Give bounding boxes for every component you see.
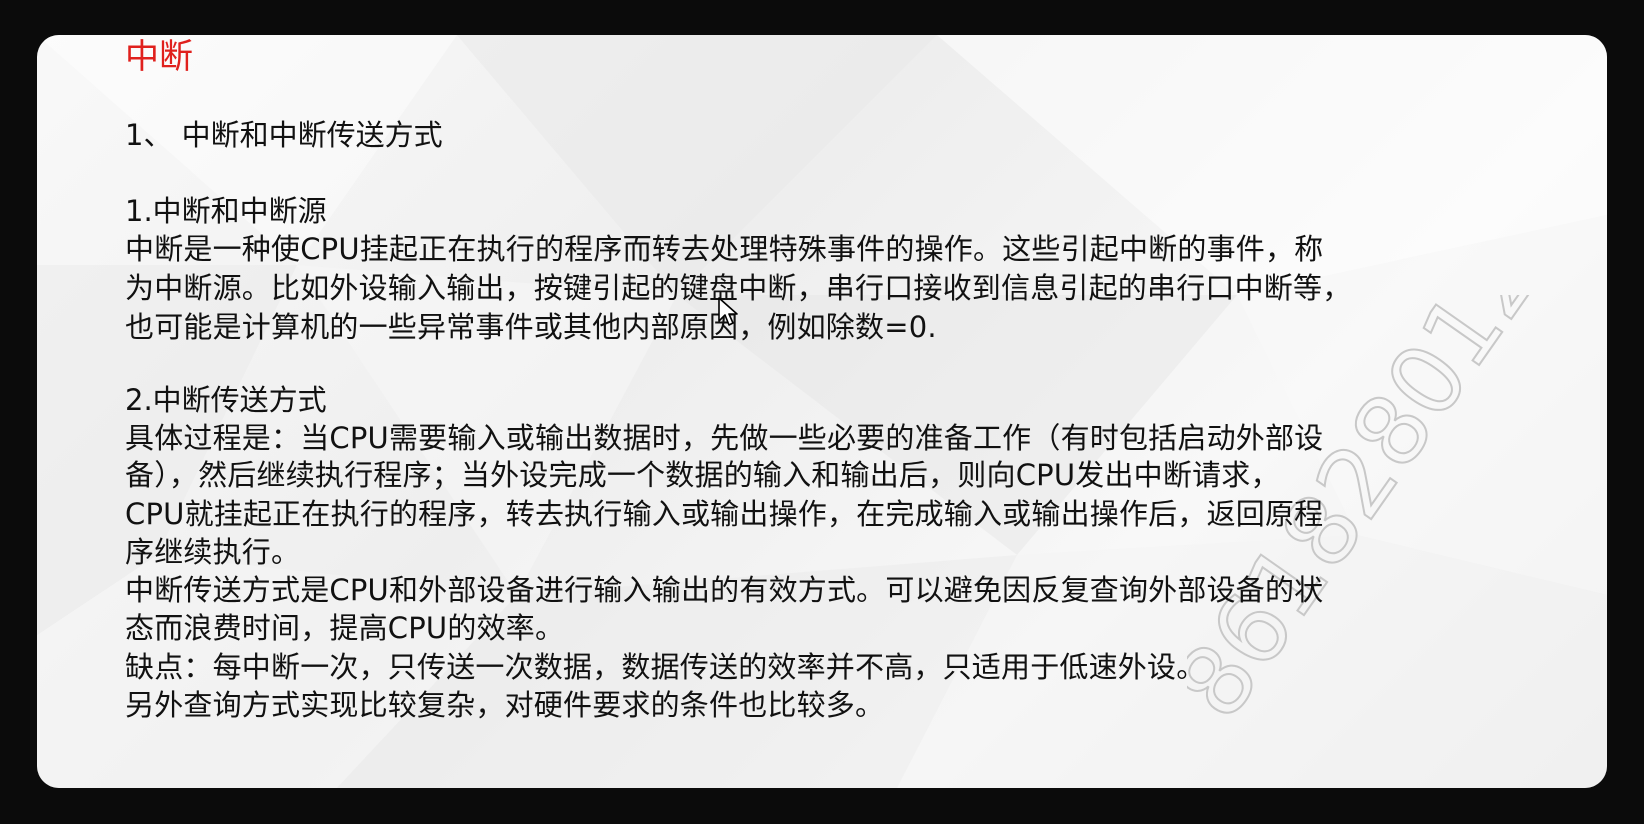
mouse-cursor-icon bbox=[718, 297, 738, 326]
section-heading: 1、 中断和中断传送方式 bbox=[125, 118, 443, 152]
paragraph-line: 缺点：每中断一次，只传送一次数据，数据传送的效率并不高，只适用于低速外设。 bbox=[125, 650, 1206, 684]
paragraph-line: 另外查询方式实现比较复杂，对硬件要求的条件也比较多。 bbox=[125, 688, 885, 722]
paragraph-line: 中断传送方式是CPU和外部设备进行输入输出的有效方式。可以避免因反复查询外部设备… bbox=[125, 573, 1324, 607]
paragraph-line: CPU就挂起正在执行的程序，转去执行输入或输出操作，在完成输入或输出操作后，返回… bbox=[125, 497, 1324, 531]
paragraph-line: 态而浪费时间，提高CPU的效率。 bbox=[125, 611, 565, 645]
paragraph-line: 具体过程是：当CPU需要输入或输出数据时，先做一些必要的准备工作（有时包括启动外… bbox=[125, 421, 1324, 455]
paragraph-line: 序继续执行。 bbox=[125, 535, 301, 569]
paragraph-line: 备），然后继续执行程序；当外设完成一个数据的输入和输出后，则向CPU发出中断请求… bbox=[125, 458, 1280, 492]
slide-title: 中断 bbox=[125, 37, 193, 77]
subsection-heading-2: 2.中断传送方式 bbox=[125, 383, 327, 417]
slide: 8618280123 中断 1、 中断和中断传送方式 1.中断和中断源 中断是一… bbox=[37, 35, 1607, 788]
paragraph-line: 中断是一种使CPU挂起正在执行的程序而转去处理特殊事件的操作。这些引起中断的事件… bbox=[125, 232, 1324, 266]
paragraph-line: 也可能是计算机的一些异常事件或其他内部原因，例如除数=0. bbox=[125, 310, 937, 344]
subsection-heading-1: 1.中断和中断源 bbox=[125, 194, 327, 228]
